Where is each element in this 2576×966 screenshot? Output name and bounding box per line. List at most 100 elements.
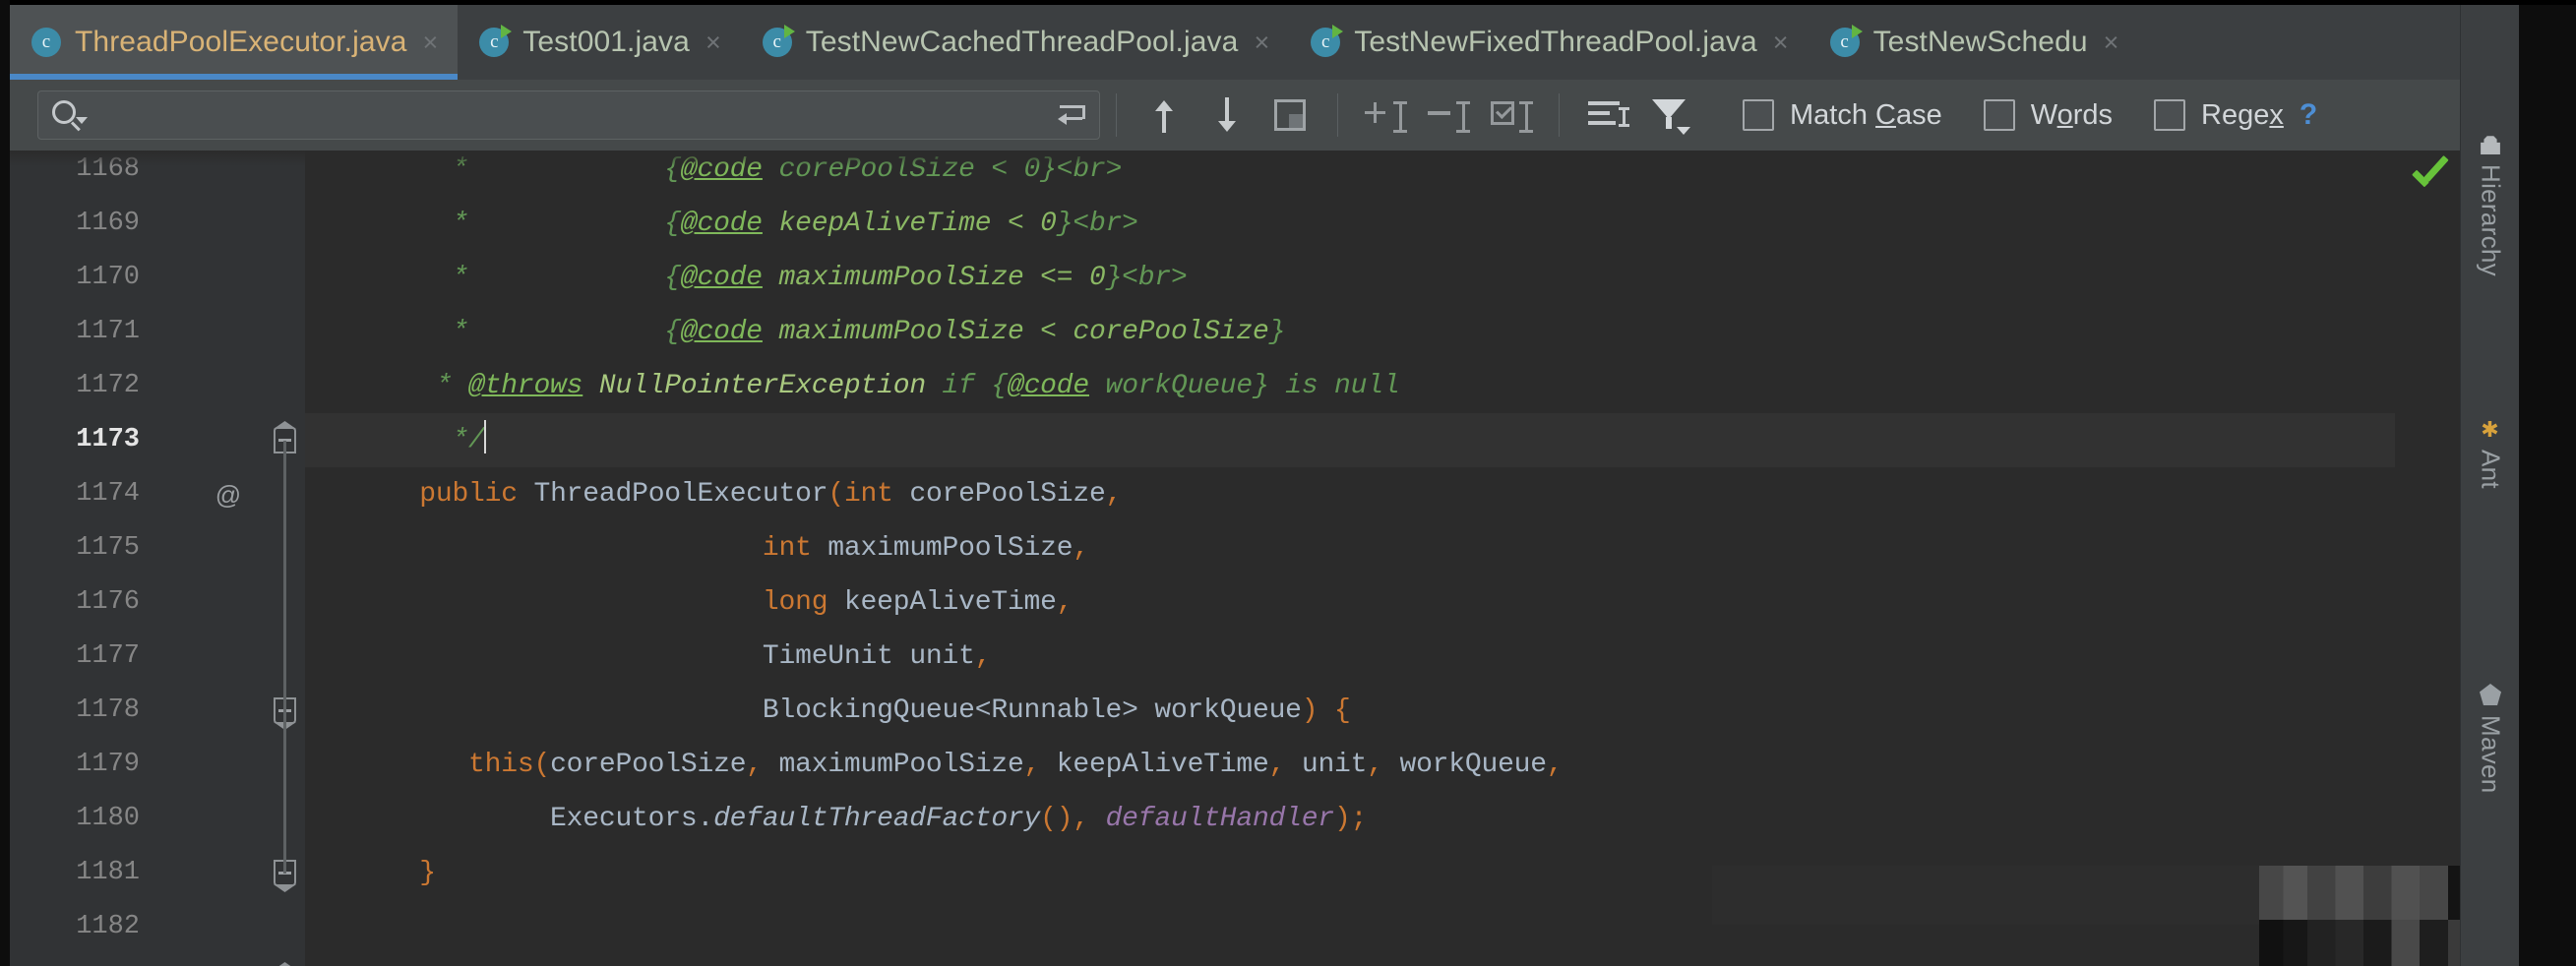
gutter-line-1181[interactable]: 1181: [10, 846, 305, 900]
tool-window-button-ant[interactable]: ✱ Ant: [2461, 418, 2520, 489]
code-line-1178[interactable]: BlockingQueue<Runnable> workQueue) {: [305, 684, 2460, 738]
search-field-wrapper[interactable]: [37, 91, 1100, 140]
select-all-carets-button[interactable]: [1480, 88, 1543, 143]
code-token: maximumPoolSize: [811, 533, 1073, 564]
gutter-line-1171[interactable]: 1171: [10, 305, 305, 359]
code-token: BlockingQueue<Runnable> workQueue: [762, 695, 1302, 726]
gutter-line-1179[interactable]: 1179: [10, 738, 305, 792]
match-case-box[interactable]: [1743, 99, 1774, 131]
code-token: {: [468, 263, 681, 293]
code-token: public: [419, 479, 518, 510]
remove-occurrence-icon: [1427, 96, 1470, 134]
close-icon[interactable]: ×: [1773, 29, 1789, 56]
select-all-occurrences-button[interactable]: [1258, 88, 1321, 143]
editor-gutter[interactable]: 1168 1169 1170 1171 1172 1173 1174 @1175 1176 117…: [10, 151, 305, 966]
gutter-line-1172[interactable]: 1172: [10, 359, 305, 413]
java-class-icon: [1829, 25, 1863, 57]
marker-gutter[interactable]: [2395, 151, 2460, 966]
search-input[interactable]: [84, 100, 1047, 130]
code-token: *: [452, 209, 469, 239]
close-icon[interactable]: ×: [423, 29, 439, 56]
add-occurrence-button[interactable]: [1354, 88, 1417, 143]
close-icon[interactable]: ×: [705, 29, 721, 56]
close-icon[interactable]: ×: [1254, 29, 1269, 56]
code-line-1170[interactable]: * {@code maximumPoolSize <= 0}<br>: [305, 251, 2460, 305]
editor-tab-1[interactable]: Test001.java ×: [458, 5, 740, 80]
gutter-line-1170[interactable]: 1170: [10, 251, 305, 305]
code-token: @code: [680, 263, 763, 293]
code-line-1174[interactable]: public ThreadPoolExecutor(int corePoolSi…: [305, 467, 2460, 521]
line-number: 1176: [76, 587, 140, 617]
remove-occurrence-button[interactable]: [1417, 88, 1480, 143]
editor-tab-4[interactable]: TestNewSchedu ×: [1809, 5, 2139, 80]
match-case-checkbox[interactable]: Match Case: [1743, 99, 1942, 132]
find-previous-button[interactable]: [1133, 88, 1196, 143]
code-token: ,: [1546, 750, 1564, 780]
tool-window-button-hierarchy[interactable]: Hierarchy: [2461, 133, 2520, 276]
words-box[interactable]: [1983, 99, 2015, 131]
regex-box[interactable]: [2154, 99, 2186, 131]
gutter-line-1182[interactable]: 1182: [10, 900, 305, 954]
code-line-1168[interactable]: * {@code corePoolSize < 0}<br>: [305, 151, 2460, 197]
java-class-icon: [31, 28, 61, 57]
gutter-line-1169[interactable]: 1169: [10, 197, 305, 251]
gutter-line-1177[interactable]: 1177: [10, 630, 305, 684]
intellij-window: ThreadPoolExecutor.java×Test001.java×Tes…: [0, 0, 2576, 966]
in-comments-button[interactable]: [1575, 88, 1638, 143]
close-icon[interactable]: ×: [2104, 29, 2119, 56]
arrow-down-icon: [1213, 97, 1241, 133]
find-toolbar: Match Case Words Regex ? ×: [10, 80, 2576, 151]
window-left-edge: [0, 0, 10, 966]
code-token: corePoolSize: [892, 479, 1106, 510]
find-next-button[interactable]: [1196, 88, 1258, 143]
code-line-1177[interactable]: TimeUnit unit,: [305, 630, 2460, 684]
code-line-1183[interactable]: /**: [305, 954, 2460, 966]
code-line-1180[interactable]: Executors.defaultThreadFactory(), defaul…: [305, 792, 2460, 846]
gutter-line-1168[interactable]: 1168: [10, 151, 305, 197]
gutter-line-1175[interactable]: 1175: [10, 521, 305, 575]
code-token: ThreadPoolExecutor: [533, 479, 828, 510]
gutter-line-1183[interactable]: 1183: [10, 954, 305, 966]
filter-button[interactable]: [1638, 88, 1701, 143]
code-token: {: [468, 154, 681, 185]
editor-tab-0[interactable]: ThreadPoolExecutor.java ×: [10, 5, 459, 80]
code-token: corePoolSize < 0}<br>: [762, 154, 1123, 185]
editor-tab-3[interactable]: TestNewFixedThreadPool.java ×: [1289, 5, 1808, 80]
code-editor[interactable]: 1168 1169 1170 1171 1172 1173 1174 @1175 1176 117…: [10, 151, 2460, 966]
editor-tab-2[interactable]: TestNewCachedThreadPool.java ×: [741, 5, 1290, 80]
page-icon: [1274, 99, 1306, 131]
tool-window-button-maven[interactable]: Maven: [2461, 684, 2520, 794]
maven-icon: [2480, 684, 2501, 705]
code-token: */: [452, 425, 485, 455]
gutter-line-1173[interactable]: 1173: [10, 413, 305, 467]
lock-icon: [2481, 136, 2500, 154]
gutter-line-1174[interactable]: 1174 @: [10, 467, 305, 521]
code-line-1179[interactable]: this(corePoolSize, maximumPoolSize, keep…: [305, 738, 2460, 792]
code-line-1172[interactable]: * @throws NullPointerException if {@code…: [305, 359, 2460, 413]
regex-checkbox[interactable]: Regex: [2154, 99, 2284, 132]
line-number: 1181: [76, 858, 140, 887]
inspection-ok-icon[interactable]: [2409, 163, 2452, 197]
code-line-1171[interactable]: * {@code maximumPoolSize < corePoolSize}: [305, 305, 2460, 359]
multiline-toggle-icon[interactable]: [1047, 91, 1098, 139]
gutter-line-1180[interactable]: 1180: [10, 792, 305, 846]
code-token: ,: [1105, 479, 1123, 510]
annotation-gutter-icon[interactable]: @: [213, 479, 244, 511]
regex-help-link[interactable]: ?: [2300, 98, 2317, 132]
code-line-1175[interactable]: int maximumPoolSize,: [305, 521, 2460, 575]
editor-code-area[interactable]: * {@code corePoolSize < 0}<br> * {@code …: [305, 151, 2460, 966]
code-line-1176[interactable]: long keepAliveTime,: [305, 575, 2460, 630]
gutter-line-1176[interactable]: 1176: [10, 575, 305, 630]
words-checkbox[interactable]: Words: [1983, 99, 2113, 132]
code-line-1169[interactable]: * {@code keepAliveTime < 0}<br>: [305, 197, 2460, 251]
search-icon[interactable]: [50, 98, 88, 132]
gutter-line-1178[interactable]: 1178: [10, 684, 305, 738]
code-token: }: [419, 858, 436, 888]
code-token: {: [468, 317, 681, 347]
line-number: 1171: [76, 317, 140, 346]
code-line-1173[interactable]: */: [305, 413, 2460, 467]
